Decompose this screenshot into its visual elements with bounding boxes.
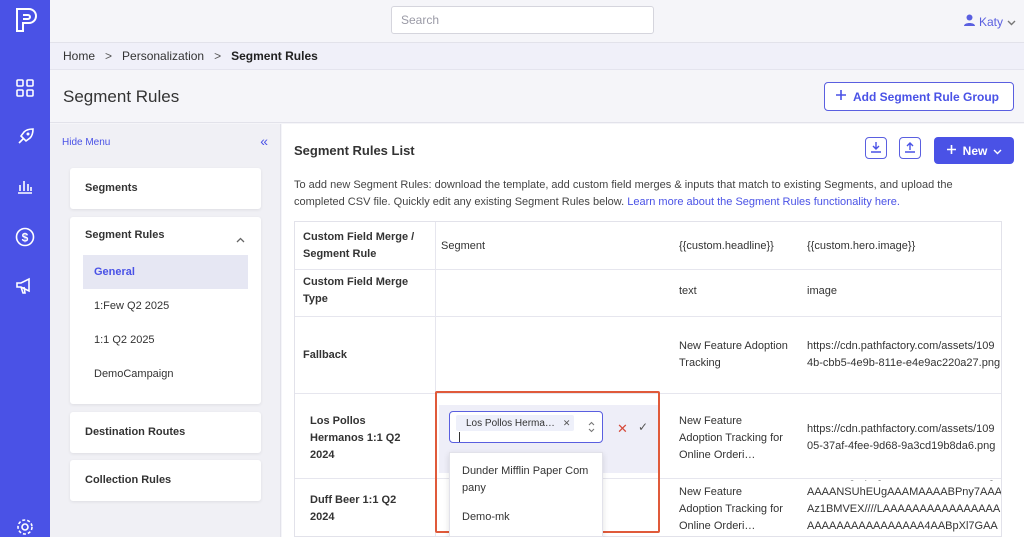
sidebar-item-collection-rules[interactable]: Collection Rules [70, 460, 261, 501]
breadcrumb-separator: > [214, 49, 222, 63]
plus-icon [835, 89, 847, 104]
sidebar-item-label: Destination Routes [85, 426, 186, 438]
gear-icon[interactable] [15, 517, 35, 537]
upload-button[interactable] [899, 137, 921, 159]
add-group-label: Add Segment Rule Group [852, 89, 999, 104]
row-label: Los Pollos Hermanos 1:1 Q2 2024 [310, 414, 401, 461]
segment-select[interactable]: Los Pollos Herma… ✕ [449, 411, 603, 443]
select-arrows-icon[interactable] [588, 421, 595, 434]
logo-icon[interactable] [13, 8, 37, 32]
user-icon [963, 14, 975, 29]
row-divider [295, 269, 1001, 270]
top-bar: Katy [50, 0, 1024, 43]
table-cell[interactable]: image [807, 273, 837, 309]
breadcrumb-current: Segment Rules [231, 49, 318, 63]
sidebar-item-label: Collection Rules [85, 474, 172, 486]
row-label: Custom Field Merge / Segment Rule [303, 231, 415, 260]
page-header: Segment Rules Add Segment Rule Group [50, 70, 1024, 123]
dropdown-option[interactable]: Demo-mk [462, 509, 592, 526]
table-cell[interactable]: New Feature Adoption Tracking [679, 318, 789, 392]
breadcrumb: Home > Personalization > Segment Rules [50, 43, 1024, 70]
table-cell[interactable]: https://cdn.pathfactory.com/assets/109 4… [807, 318, 1001, 392]
sidebar-item-democampaign[interactable]: DemoCampaign [83, 357, 248, 391]
chip-remove-icon[interactable]: ✕ [563, 418, 571, 429]
collapse-icon[interactable]: « [260, 133, 268, 149]
table-cell[interactable]: New Feature Adoption Tracking for Online… [679, 480, 787, 536]
table-cell[interactable]: New Feature Adoption Tracking for Online… [679, 399, 787, 477]
cancel-edit-icon[interactable]: ✕ [617, 421, 628, 437]
new-button[interactable]: New [934, 137, 1014, 164]
dollar-icon[interactable]: $ [13, 225, 37, 249]
chevron-down-icon [993, 144, 1002, 158]
confirm-edit-icon[interactable]: ✓ [638, 420, 648, 434]
table-cell[interactable]: https://cdn.pathfactory.com/assets/109 0… [807, 399, 1001, 477]
sidebar-item-label[interactable]: Segment Rules [85, 229, 164, 241]
user-name: Katy [978, 14, 1003, 29]
sidebar-item-general[interactable]: General [83, 255, 248, 289]
svg-text:$: $ [22, 231, 29, 245]
sidebar-group-segment-rules: Segment Rules General 1:Few Q2 2025 1:1 … [70, 217, 261, 404]
segment-options-dropdown: Dunder Mifflin Paper Company Demo-mk [449, 452, 603, 537]
download-button[interactable] [865, 137, 887, 159]
breadcrumb-personalization[interactable]: Personalization [122, 49, 204, 63]
sidebar-item-destination-routes[interactable]: Destination Routes [70, 412, 261, 453]
hide-menu-link[interactable]: Hide Menu [62, 137, 110, 148]
row-label: Fallback [303, 348, 348, 361]
analytics-icon[interactable] [13, 174, 37, 198]
page-title: Segment Rules [63, 87, 180, 106]
plus-icon [946, 144, 957, 158]
megaphone-icon[interactable] [13, 274, 37, 298]
text-cursor [459, 432, 460, 442]
chevron-up-icon[interactable] [236, 231, 245, 246]
learn-more-link[interactable]: Learn more about the Segment Rules funct… [627, 196, 900, 208]
selected-segment-chip: Los Pollos Herma… ✕ [456, 415, 575, 431]
row-label: Duff Beer 1:1 Q2 2024 [310, 494, 397, 523]
sidebar-item-label: Segments [85, 182, 138, 194]
chip-label: Los Pollos Herma… [466, 417, 555, 429]
upload-icon [904, 141, 916, 156]
row-label: Custom Field Merge Type [303, 276, 409, 305]
new-button-label: New [962, 143, 988, 158]
list-title: Segment Rules List [294, 143, 415, 158]
breadcrumb-home[interactable]: Home [63, 49, 95, 63]
chevron-down-icon [1007, 15, 1016, 29]
sidebar-item-segments[interactable]: Segments [70, 168, 261, 209]
description: To add new Segment Rules: download the t… [294, 177, 1006, 211]
dropdown-option[interactable]: Dunder Mifflin Paper Company [462, 463, 592, 497]
sidebar-item-1-1-q2-2025[interactable]: 1:1 Q2 2025 [83, 323, 248, 357]
breadcrumb-separator: > [105, 49, 113, 63]
sidebar-item-1-few-q2-2025[interactable]: 1:Few Q2 2025 [83, 289, 248, 323]
add-segment-rule-group-button[interactable]: Add Segment Rule Group [823, 82, 1014, 111]
dashboard-icon[interactable] [13, 76, 37, 100]
table-cell[interactable]: data:image/png;base64,iVBORw0KGgoAAAANSU… [807, 480, 1001, 536]
table-cell[interactable]: text [679, 273, 697, 309]
segment-column-header: Segment [441, 239, 486, 252]
rocket-icon[interactable] [13, 125, 37, 149]
download-icon [870, 141, 882, 156]
hero-image-column-header: {{custom.hero.image}} [807, 239, 916, 252]
left-nav: $ [0, 0, 50, 537]
search-input[interactable] [391, 6, 654, 34]
sidebar: Hide Menu « Segments Segment Rules Gener… [50, 124, 281, 537]
row-divider [295, 316, 1001, 317]
user-menu[interactable]: Katy [963, 14, 1016, 29]
headline-column-header: {{custom.headline}} [679, 239, 774, 252]
